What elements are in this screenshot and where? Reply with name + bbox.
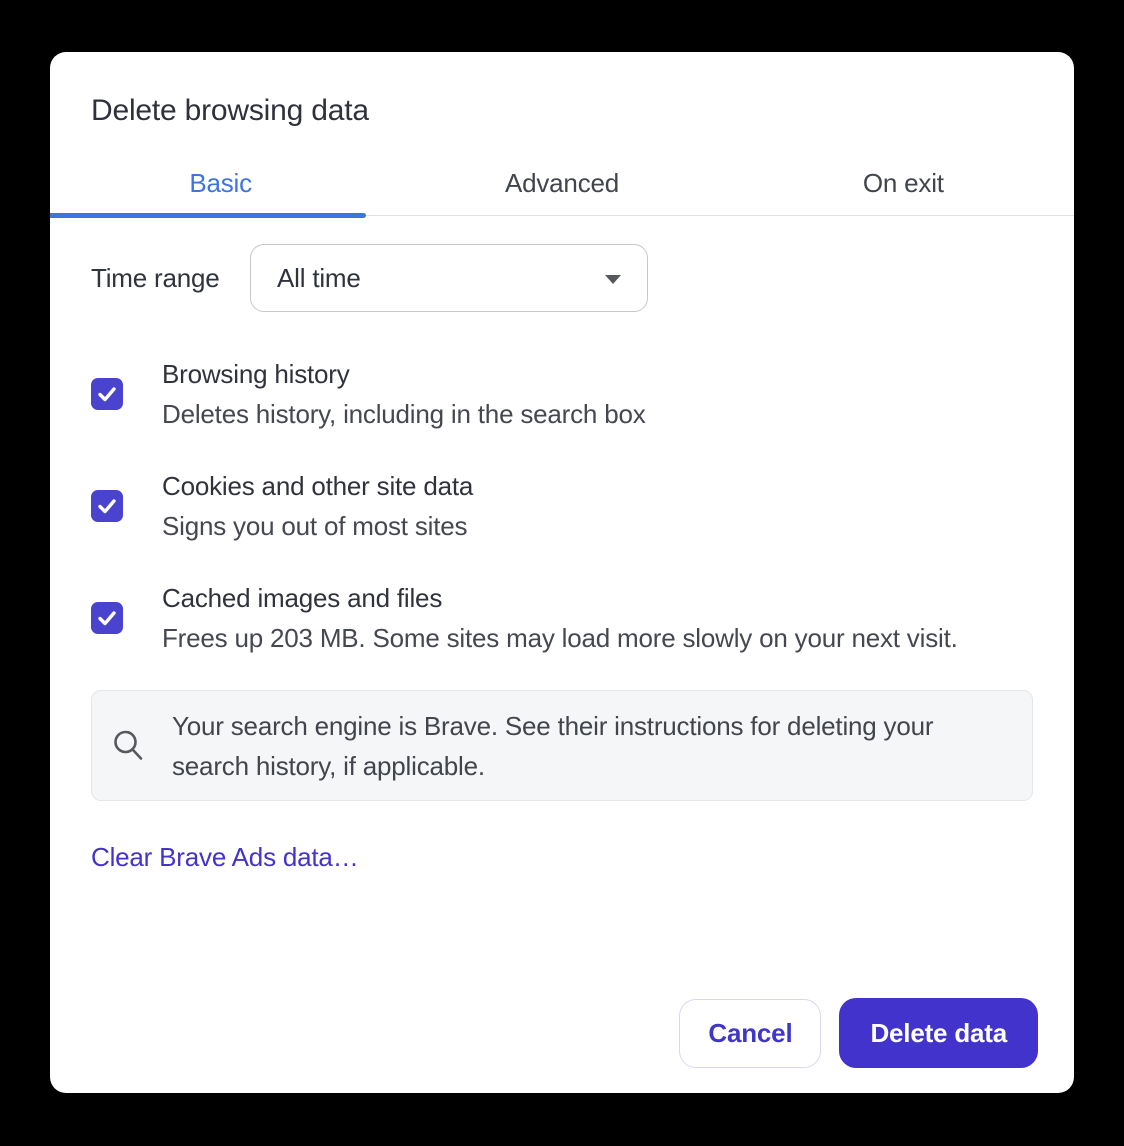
- active-tab-indicator: [50, 213, 366, 218]
- checkbox-subtitle: Deletes history, including in the search…: [162, 394, 646, 434]
- dialog-actions: Cancel Delete data: [679, 998, 1038, 1068]
- delete-data-button[interactable]: Delete data: [839, 998, 1038, 1068]
- checkbox-title: Browsing history: [162, 354, 646, 394]
- search-engine-info-box: Your search engine is Brave. See their i…: [91, 690, 1033, 801]
- checkbox-text: Cached images and files Frees up 203 MB.…: [162, 578, 958, 658]
- search-engine-info-text: Your search engine is Brave. See their i…: [172, 706, 994, 786]
- screen-backdrop: Delete browsing data Basic Advanced On e…: [0, 0, 1124, 1146]
- dialog-title: Delete browsing data: [91, 92, 1033, 130]
- checkmark-icon: [95, 494, 119, 518]
- checkbox-text: Cookies and other site data Signs you ou…: [162, 466, 473, 546]
- tab-advanced[interactable]: Advanced: [391, 168, 732, 199]
- time-range-selected-value: All time: [277, 263, 361, 294]
- checkbox-subtitle: Signs you out of most sites: [162, 506, 473, 546]
- search-icon: [112, 729, 146, 763]
- cancel-button[interactable]: Cancel: [679, 999, 821, 1068]
- dropdown-caret-icon: [605, 275, 621, 284]
- cookies-checkbox[interactable]: [91, 490, 123, 522]
- checkmark-icon: [95, 382, 119, 406]
- time-range-row: Time range All time: [91, 244, 1033, 312]
- browsing-history-checkbox[interactable]: [91, 378, 123, 410]
- clear-brave-ads-data-link[interactable]: Clear Brave Ads data…: [91, 842, 359, 873]
- cached-images-checkbox[interactable]: [91, 602, 123, 634]
- dialog-body: Time range All time Browsing history Del…: [50, 244, 1074, 873]
- checkmark-icon: [95, 606, 119, 630]
- cookies-row: Cookies and other site data Signs you ou…: [91, 466, 1033, 546]
- tab-bar: Basic Advanced On exit: [50, 152, 1074, 216]
- checkbox-text: Browsing history Deletes history, includ…: [162, 354, 646, 434]
- time-range-select[interactable]: All time: [250, 244, 648, 312]
- tab-basic[interactable]: Basic: [50, 168, 391, 199]
- tab-on-exit[interactable]: On exit: [733, 168, 1074, 199]
- delete-browsing-data-dialog: Delete browsing data Basic Advanced On e…: [50, 52, 1074, 1093]
- checkbox-title: Cached images and files: [162, 578, 958, 618]
- checkbox-subtitle: Frees up 203 MB. Some sites may load mor…: [162, 618, 958, 658]
- time-range-label: Time range: [91, 263, 250, 294]
- checkbox-list: Browsing history Deletes history, includ…: [91, 354, 1033, 658]
- cached-images-row: Cached images and files Frees up 203 MB.…: [91, 578, 1033, 658]
- checkbox-title: Cookies and other site data: [162, 466, 473, 506]
- browsing-history-row: Browsing history Deletes history, includ…: [91, 354, 1033, 434]
